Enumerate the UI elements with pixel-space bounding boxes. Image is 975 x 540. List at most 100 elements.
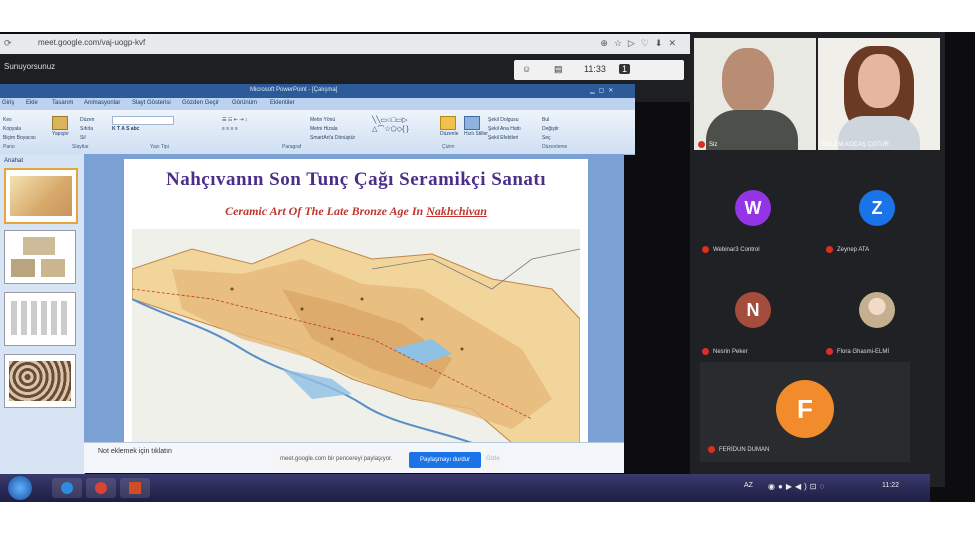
participant-avatar: F [776,380,834,438]
system-tray-icons[interactable]: ◉●▶◀)⊡◌ [768,482,827,491]
delete-button[interactable]: Sil [80,134,94,143]
paste-button[interactable]: Yapıştır [52,116,69,139]
paste-icon [52,116,68,130]
arrange-button[interactable]: Düzenle [440,116,458,139]
shapes-row-2-icon: △⌒☆⬠◇{ } [372,126,409,133]
slide-title: Nahçıvanın Son Tunç Çağı Seramikçi Sanat… [165,169,546,190]
shape-fill-button[interactable]: Şekil Dolgusu [488,116,521,125]
taskbar-ie-button[interactable] [52,478,82,498]
quick-styles-icon [464,116,480,130]
slide-thumbnail[interactable] [4,168,78,224]
powerpoint-title: Microsoft PowerPoint - [Çalışma] [250,87,338,93]
presenting-label: Sunuyorsunuz [4,62,56,71]
select-button[interactable]: Seç [542,134,559,143]
notes-pane[interactable]: Not eklemek için tıklatın meet.google.co… [84,442,624,473]
muted-mic-icon [826,348,833,355]
window-controls[interactable]: ▁▢✕ [590,87,617,94]
current-slide[interactable]: Nahçıvanın Son Tunç Çağı Seramikçi Sanat… [124,159,588,443]
font-name-box[interactable] [112,116,174,125]
clipboard-commands: Kes Kopyala Biçim Boyacısı [3,116,36,143]
shape-outline-button[interactable]: Şekil Ana Hattı [488,125,521,134]
meet-time: 11:33 [584,64,606,74]
video-tile-self[interactable]: Siz [694,38,816,150]
participant-name: FERİDUN DUMAN [708,446,769,453]
participant-tile[interactable]: F FERİDUN DUMAN [700,362,910,462]
chat-icon[interactable]: ▤ [554,64,563,75]
ribbon-tabs: Giriş Ekle Tasarım Animasyonlar Slayt Gö… [0,98,635,110]
tab-tasarim[interactable]: Tasarım [52,100,73,106]
paragraph-commands: ☰ ☷ ⇤ ⇥ ↕ ≡ ≡ ≡ ≡ [222,116,247,134]
participant-tile[interactable]: Z Zeynep ATA [818,172,940,272]
start-button[interactable] [8,476,32,500]
participant-face [858,54,900,108]
participant-tile[interactable]: N Nesrin Peker [694,274,816,374]
group-paragraf: Paragraf [282,144,302,150]
shape-effects-button[interactable]: Şekil Efektleri [488,134,521,143]
group-cizim: Çizim [442,144,455,150]
slide-thumbnails-pane: Anahat [0,154,85,474]
replace-button[interactable]: Değiştir [542,125,559,134]
copy-button[interactable]: Kopyala [3,125,36,134]
address-bar[interactable]: meet.google.com/vaj-uogp-kvf [38,38,145,47]
participant-tile[interactable]: Flora Ghasmi-ELMİ [818,274,940,374]
cut-button[interactable]: Kes [3,116,36,125]
notes-placeholder: Not eklemek için tıklatın [98,448,172,455]
reload-icon[interactable]: ⟳ [4,38,12,49]
text-direction-button[interactable]: Metin Yönü [310,116,355,125]
slide-thumbnail[interactable] [4,354,76,408]
windows-taskbar: AZ ◉●▶◀)⊡◌ 11:22 [0,474,930,502]
reset-button[interactable]: Sıfırla [80,125,94,134]
group-pano: Pano [3,144,15,150]
list-icons[interactable]: ☰ ☷ ⇤ ⇥ ↕ [222,116,247,125]
bold-italic-underline[interactable]: K T A S abc [112,125,174,134]
meet-controls: ☺ ▤ 11:33 1 [514,60,684,80]
participant-name: Siz [698,140,717,148]
participant-name: Zeynep ATA [826,246,869,253]
muted-mic-icon [826,246,833,253]
tab-eklentiler[interactable]: Eklentiler [270,100,295,106]
slide-thumbnail[interactable] [4,292,76,346]
people-icon[interactable]: ☺ [522,64,531,74]
participant-tile[interactable]: W Webinar3 Control [694,172,816,272]
hide-button[interactable]: Gizle [486,456,500,462]
smartart-button[interactable]: SmartArt'a Dönüştür [310,134,355,143]
participant-avatar: N [735,292,771,328]
tab-animasyonlar[interactable]: Animasyonlar [84,100,120,106]
taskbar-powerpoint-button[interactable] [120,478,150,498]
taskbar-clock[interactable]: 11:22 [882,482,899,489]
taskbar-chrome-button[interactable] [86,478,116,498]
tab-giris[interactable]: Giriş [2,100,14,106]
shapes-gallery[interactable]: ╲╲▭○□▭▷ △⌒☆⬠◇{ } [372,116,409,134]
group-yazi-tipi: Yazı Tipi [150,144,169,150]
subtitle-text: Ceramic Art Of The Late Bronze Age In [225,204,427,218]
find-button[interactable]: Bul [542,116,559,125]
arrange-label: Düzenle [440,131,459,137]
align-icons[interactable]: ≡ ≡ ≡ ≡ [222,125,247,134]
shapes-row-1-icon: ╲╲▭○□▭▷ [372,117,408,124]
editing-commands: Bul Değiştir Seç [542,116,559,143]
tab-ekle[interactable]: Ekle [26,100,38,106]
tab-gorunum[interactable]: Görünüm [232,100,257,106]
outline-tab[interactable]: Anahat [4,158,23,164]
stop-sharing-button[interactable]: Paylaşmayı durdur [409,452,481,468]
participant-avatar: Z [859,190,895,226]
muted-mic-icon [708,446,715,453]
video-tile-participant[interactable]: GÜLEM KOÇAŞ ÇOTUR [818,38,940,150]
language-indicator[interactable]: AZ [744,482,753,489]
arrange-icon [440,116,456,130]
muted-mic-icon [698,140,705,148]
slide-thumbnail[interactable] [4,230,76,284]
quick-styles-button[interactable]: Hızlı Stiller [464,116,488,139]
paste-label: Yapıştır [52,131,69,137]
format-painter-button[interactable]: Biçim Boyacısı [3,134,36,143]
browser-toolbar: ⟳ meet.google.com/vaj-uogp-kvf ⊕☆▷♡⬇✕ [0,34,690,54]
layout-button[interactable]: Düzen [80,116,94,125]
tab-slayt-gosterisi[interactable]: Slayt Gösterisi [132,100,171,106]
align-text-button[interactable]: Metni Hizala [310,125,355,134]
tab-gozden-gecir[interactable]: Gözden Geçir [182,100,219,106]
participant-body [706,110,798,150]
share-message: meet.google.com bir pencereyi paylaşıyor… [280,456,393,462]
meet-participant-grid: Siz GÜLEM KOÇAŞ ÇOTUR W Webinar3 Control… [690,32,945,487]
participant-name: GÜLEM KOÇAŞ ÇOTUR [822,142,890,148]
browser-action-icons[interactable]: ⊕☆▷♡⬇✕ [600,38,682,49]
